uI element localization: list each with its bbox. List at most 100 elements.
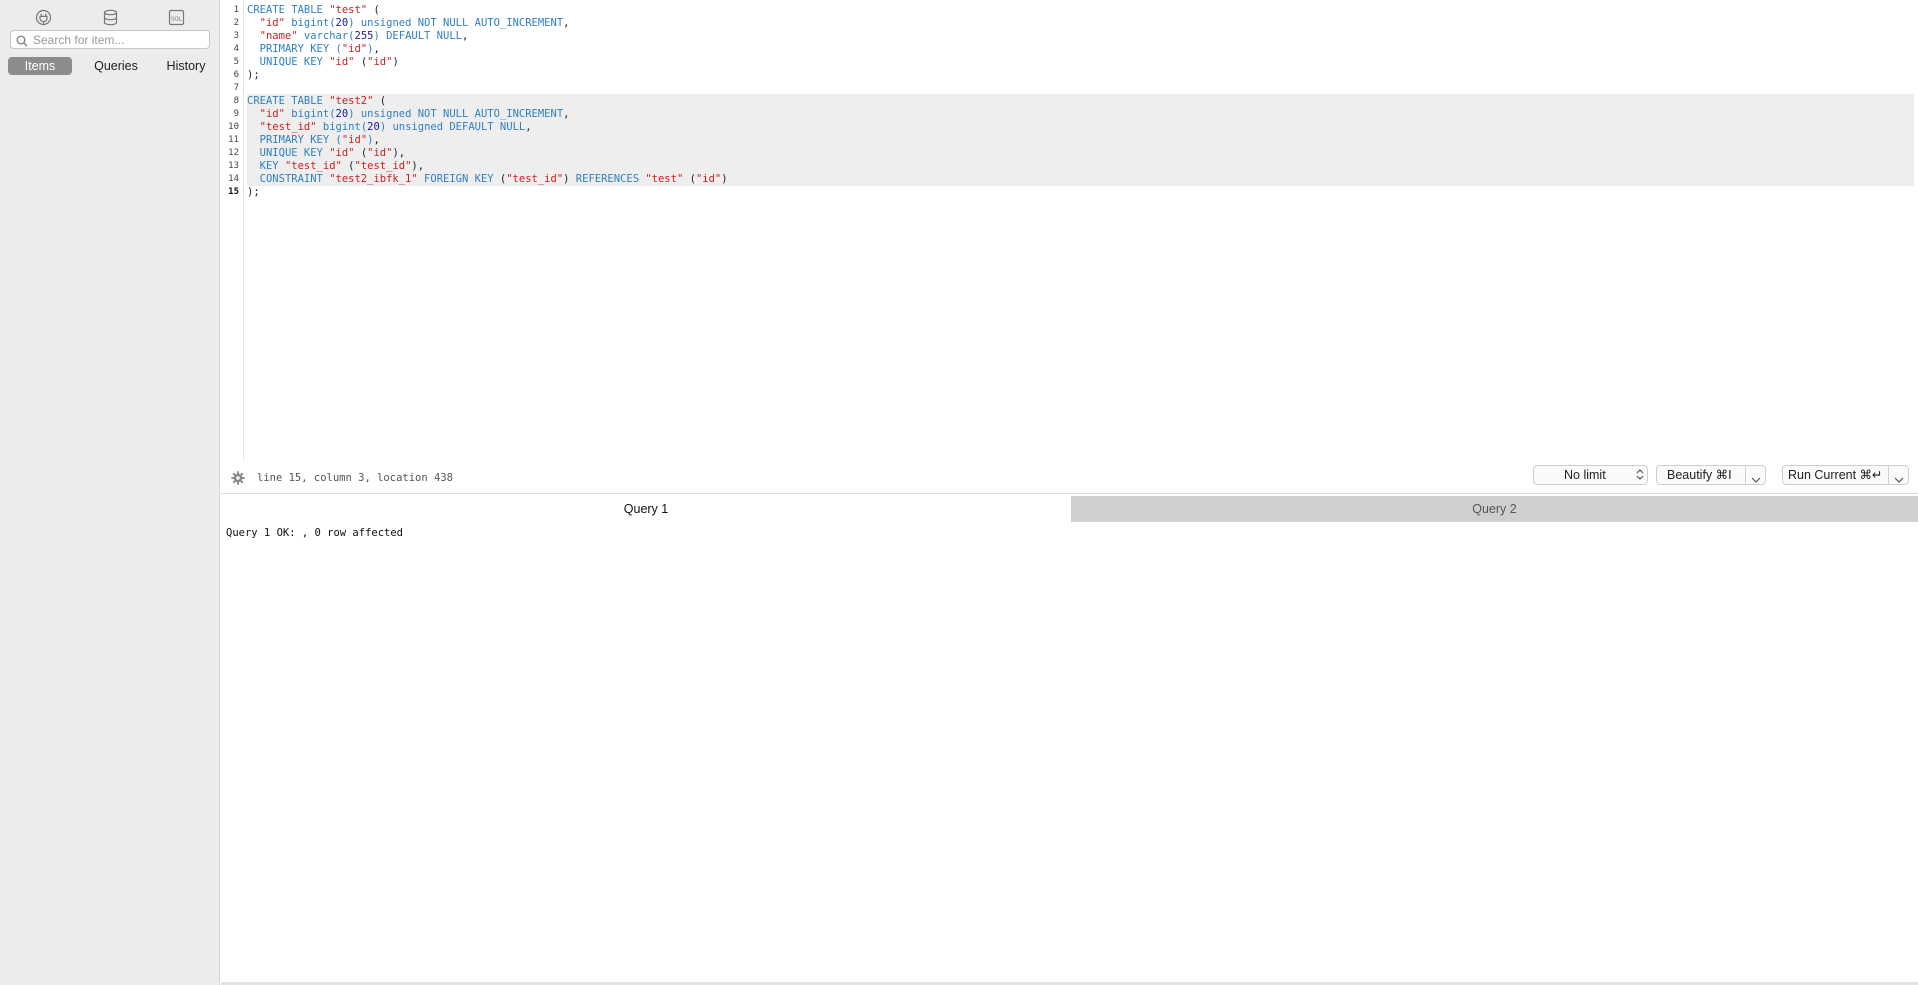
code-token: 20	[335, 17, 349, 29]
code-token: ,	[373, 134, 380, 146]
code-line: PRIMARY KEY ("id"),	[247, 134, 1914, 147]
divider	[1888, 466, 1889, 484]
code-token: "test2_ibfk_1"	[329, 173, 418, 185]
sql-file-icon[interactable]: SQL	[165, 6, 187, 28]
tab-queries[interactable]: Queries	[84, 57, 148, 75]
code-line: "name" varchar(255) DEFAULT NULL,	[247, 30, 1914, 43]
code-token: bigint(	[322, 121, 368, 133]
line-number: 11	[228, 135, 239, 145]
sidebar-toolbar: SQL	[0, 6, 220, 30]
line-number: 4	[233, 44, 239, 54]
code-token: ) unsigned NOT NULL AUTO_INCREMENT	[348, 17, 564, 29]
beautify-button-group: Beautify ⌘I	[1656, 465, 1766, 485]
search-input[interactable]	[33, 31, 205, 48]
code-line: UNIQUE KEY "id" ("id"),	[247, 147, 1914, 160]
code-token: "id"	[367, 56, 393, 68]
line-number: 12	[228, 148, 239, 158]
code-line: "test_id" bigint(20) unsigned DEFAULT NU…	[247, 121, 1914, 134]
cursor-position-text: line 15, column 3, location 438	[257, 472, 453, 484]
code-token: ),	[411, 160, 425, 172]
result-message: Query 1 OK: , 0 row affected	[226, 527, 404, 539]
run-current-button[interactable]: Run Current ⌘↵	[1788, 466, 1883, 484]
code-token: FOREIGN KEY	[424, 173, 500, 185]
plug-icon[interactable]	[32, 6, 54, 28]
code-token: "id"	[695, 173, 722, 185]
tab-history[interactable]: History	[154, 57, 218, 75]
line-number: 1	[233, 5, 239, 15]
code-token: ,	[525, 121, 532, 133]
code-token: 255	[354, 30, 374, 42]
code-token: ,	[563, 17, 570, 29]
code-token: "test_id"	[354, 160, 412, 172]
search-box[interactable]	[10, 30, 210, 49]
code-token: 20	[367, 121, 380, 133]
code-token: "test_id"	[284, 160, 342, 172]
code-token: )	[392, 56, 399, 68]
editor-status-bar: line 15, column 3, location 438 No limit…	[221, 463, 1918, 494]
limit-select-value: No limit	[1564, 468, 1606, 482]
code-line: CREATE TABLE "test" (	[247, 4, 1914, 17]
code-token: );	[247, 69, 260, 81]
tab-items[interactable]: Items	[8, 57, 72, 75]
code-token: CONSTRAINT	[259, 173, 330, 185]
code-line: "id" bigint(20) unsigned NOT NULL AUTO_I…	[247, 17, 1914, 30]
code-token: varchar(	[303, 30, 355, 42]
code-token: )	[721, 173, 728, 185]
code-token: (	[354, 147, 368, 159]
code-token: )	[563, 173, 576, 185]
code-token: "test"	[645, 173, 684, 185]
line-number: 6	[233, 70, 239, 80]
code-token: "id"	[341, 134, 368, 146]
tab-query-2[interactable]: Query 2	[1071, 496, 1918, 522]
code-token: "id"	[259, 108, 285, 120]
divider	[1745, 466, 1746, 484]
code-line: CREATE TABLE "test2" (	[247, 95, 1914, 108]
chevron-down-icon[interactable]	[1751, 471, 1761, 489]
gear-icon[interactable]	[231, 471, 245, 490]
code-token: "id"	[329, 56, 355, 68]
code-token: PRIMARY KEY (	[259, 43, 342, 55]
code-token: (	[341, 160, 355, 172]
updown-chevron-icon	[1636, 468, 1644, 486]
line-number-gutter: 1 2 3 4 5 6 7 8 9 10 11 12 13 14 15	[221, 0, 244, 460]
code-token: KEY	[259, 160, 285, 172]
code-token: bigint(	[291, 17, 336, 29]
line-number: 2	[233, 18, 239, 28]
code-token: bigint(	[291, 108, 336, 120]
code-token: ,	[373, 43, 380, 55]
code-token: "id"	[329, 147, 355, 159]
code-line: UNIQUE KEY "id" ("id")	[247, 56, 1914, 69]
tab-query-1[interactable]: Query 1	[221, 496, 1071, 522]
code-token: ) unsigned NOT NULL AUTO_INCREMENT	[348, 108, 564, 120]
limit-select[interactable]: No limit	[1533, 465, 1648, 485]
code-line: KEY "test_id" ("test_id"),	[247, 160, 1914, 173]
line-number: 3	[233, 31, 239, 41]
beautify-button[interactable]: Beautify ⌘I	[1667, 466, 1732, 484]
code-token: "test_id"	[259, 121, 317, 133]
sidebar: SQL Items Queries History	[0, 0, 220, 985]
code-token: "id"	[367, 147, 393, 159]
code-token: CREATE TABLE	[247, 95, 330, 107]
code-line: CONSTRAINT "test2_ibfk_1" FOREIGN KEY ("…	[247, 173, 1914, 186]
line-number: 15	[228, 187, 239, 197]
code-token: (	[354, 56, 368, 68]
sql-editor[interactable]: 1 2 3 4 5 6 7 8 9 10 11 12 13 14 15 CREATE TABLE "test…	[221, 0, 1918, 460]
sidebar-tabs: Items Queries History	[8, 57, 212, 75]
chevron-down-icon[interactable]	[1894, 471, 1904, 489]
line-number: 10	[228, 122, 239, 132]
code-token: (	[683, 173, 696, 185]
code-token: ,	[563, 108, 570, 120]
code-token: "id"	[341, 43, 368, 55]
line-number: 14	[228, 174, 239, 184]
sql-icon-text: SQL	[171, 16, 183, 22]
database-icon[interactable]	[99, 6, 121, 28]
